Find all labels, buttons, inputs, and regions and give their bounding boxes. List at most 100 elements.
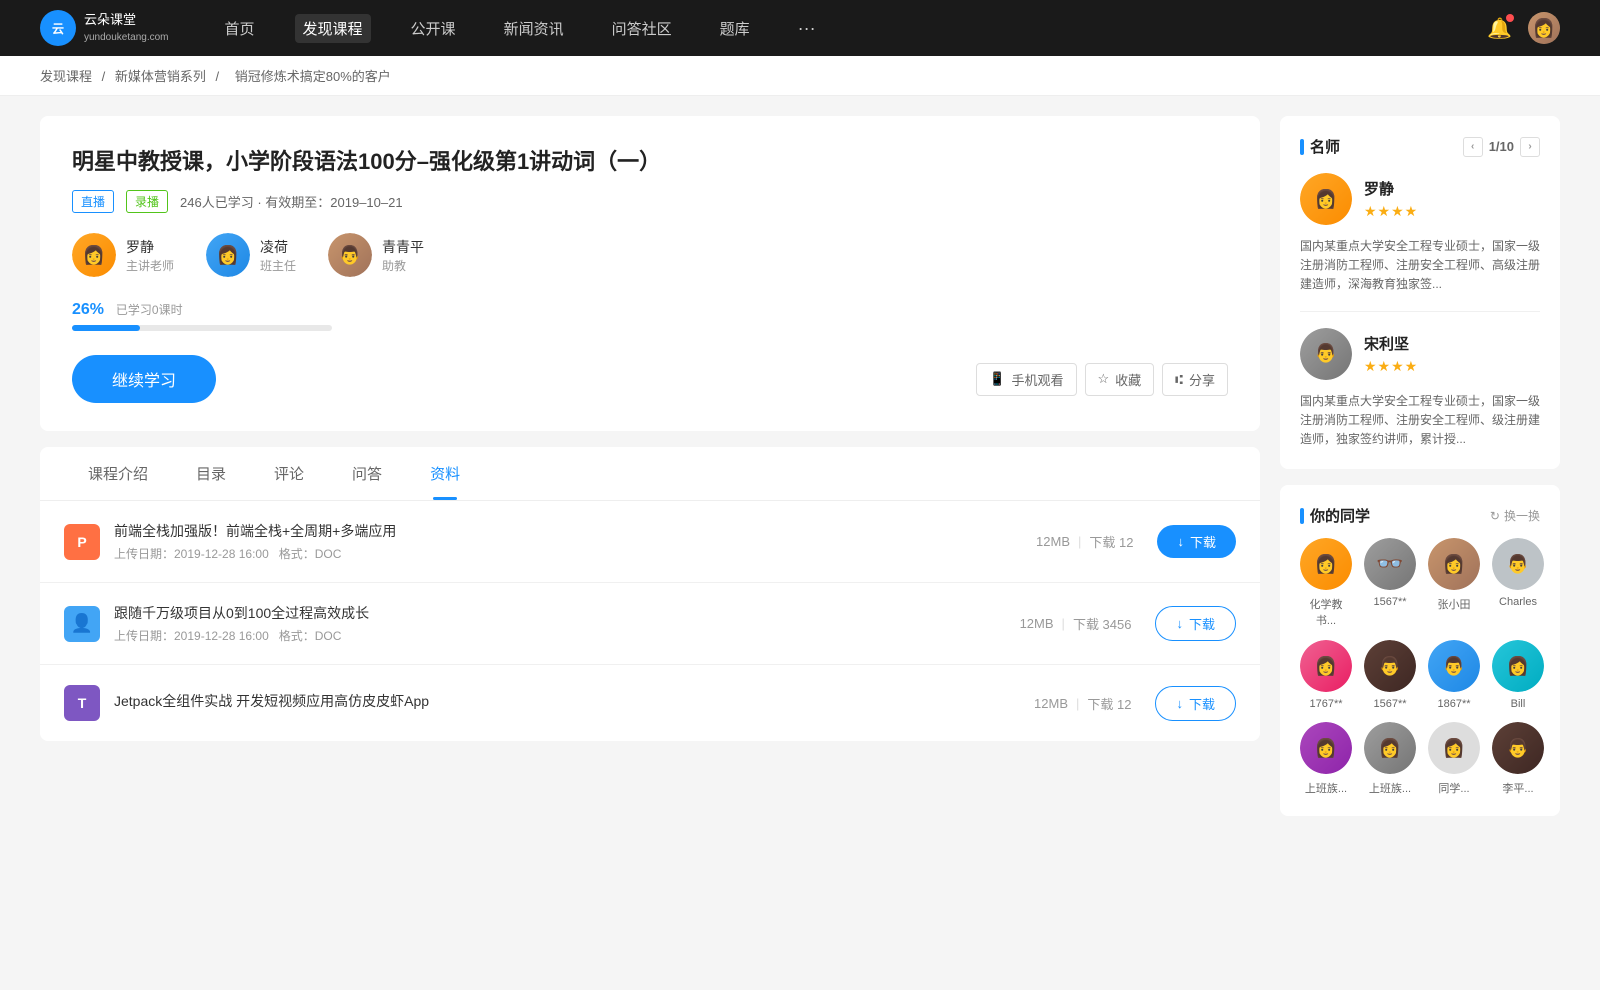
file-item-1: 👤 跟随千万级项目从0到100全过程高效成长 上传日期：2019-12-28 1… (40, 583, 1260, 665)
file-item-2: T Jetpack全组件实战 开发短视频应用高仿皮皮虾App 12MB | 下载… (40, 665, 1260, 741)
file-item-0: P 前端全栈加强版！前端全栈+全周期+多端应用 上传日期：2019-12-28 … (40, 501, 1260, 583)
breadcrumb: 发现课程 / 新媒体营销系列 / 销冠修炼术搞定80%的客户 (0, 56, 1600, 96)
actions-right: 📱 手机观看 ☆ 收藏 ⑆ 分享 (976, 363, 1228, 396)
collect-label: 收藏 (1115, 370, 1141, 389)
teacher-role-1: 班主任 (260, 257, 296, 274)
logo-icon: 云 (40, 10, 76, 46)
tab-catalog[interactable]: 目录 (172, 447, 250, 500)
file-meta-1: 上传日期：2019-12-28 16:00 格式：DOC (114, 627, 1020, 644)
pag-next[interactable]: › (1520, 137, 1540, 157)
file-name-2: Jetpack全组件实战 开发短视频应用高仿皮皮虾App (114, 691, 1034, 711)
classmate-1[interactable]: 👓 1567** (1364, 538, 1416, 628)
classmate-name-4: 1767** (1309, 698, 1342, 710)
nav-discover[interactable]: 发现课程 (295, 14, 371, 43)
classmate-2[interactable]: 👩 张小田 (1428, 538, 1480, 628)
classmate-8[interactable]: 👩 上班族... (1300, 722, 1352, 796)
classmate-6[interactable]: 👨 1867** (1428, 640, 1480, 710)
nav-home[interactable]: 首页 (217, 14, 263, 43)
download-icon-2: ↓ (1176, 696, 1183, 711)
content-area: 明星中教授课，小学阶段语法100分–强化级第1讲动词（一） 直播 录播 246人… (40, 116, 1260, 832)
main-layout: 明星中教授课，小学阶段语法100分–强化级第1讲动词（一） 直播 录播 246人… (0, 96, 1600, 852)
user-avatar[interactable]: 👩 (1528, 12, 1560, 44)
breadcrumb-discover[interactable]: 发现课程 (40, 69, 92, 84)
classmate-name-5: 1567** (1373, 698, 1406, 710)
refresh-btn[interactable]: ↻ 换一换 (1490, 507, 1540, 524)
teacher-card-name-1: 宋利坚 (1364, 333, 1418, 354)
share-label: 分享 (1189, 370, 1215, 389)
download-icon-0: ↓ (1177, 534, 1184, 549)
classmate-avatar-1: 👓 (1364, 538, 1416, 590)
teachers-pagination: ‹ 1/10 › (1463, 137, 1540, 157)
classmate-10[interactable]: 👩 同学... (1428, 722, 1480, 796)
classmate-7[interactable]: 👩 Bill (1492, 640, 1544, 710)
classmate-avatar-0: 👩 (1300, 538, 1352, 590)
course-actions: 继续学习 📱 手机观看 ☆ 收藏 ⑆ 分享 (72, 355, 1228, 403)
download-btn-1[interactable]: ↓ 下载 (1155, 606, 1236, 641)
breadcrumb-series[interactable]: 新媒体营销系列 (115, 69, 206, 84)
classmate-avatar-11: 👨 (1492, 722, 1544, 774)
nav-more[interactable]: ··· (790, 14, 824, 43)
download-btn-2[interactable]: ↓ 下载 (1155, 686, 1236, 721)
nav-news[interactable]: 新闻资讯 (496, 14, 572, 43)
tabs-card: 课程介绍 目录 评论 问答 资料 P 前端全栈加强版！前端全栈+全周期+多端应用… (40, 447, 1260, 741)
nav-qa[interactable]: 问答社区 (604, 14, 680, 43)
classmate-name-7: Bill (1511, 698, 1526, 710)
mobile-watch-btn[interactable]: 📱 手机观看 (976, 363, 1076, 396)
notification-bell[interactable]: 🔔 (1487, 16, 1512, 41)
classmate-4[interactable]: 👩 1767** (1300, 640, 1352, 710)
classmate-0[interactable]: 👩 化学教书... (1300, 538, 1352, 628)
file-info-0: 前端全栈加强版！前端全栈+全周期+多端应用 上传日期：2019-12-28 16… (114, 521, 1036, 562)
teacher-card-desc-0: 国内某重点大学安全工程专业硕士，国家一级注册消防工程师、注册安全工程师、高级注册… (1300, 237, 1540, 295)
file-meta-0: 上传日期：2019-12-28 16:00 格式：DOC (114, 545, 1036, 562)
breadcrumb-current: 销冠修炼术搞定80%的客户 (235, 69, 391, 84)
nav-exam[interactable]: 题库 (712, 14, 758, 43)
course-card: 明星中教授课，小学阶段语法100分–强化级第1讲动词（一） 直播 录播 246人… (40, 116, 1260, 431)
classmate-11[interactable]: 👨 李平... (1492, 722, 1544, 796)
classmate-avatar-6: 👨 (1428, 640, 1480, 692)
classmate-name-2: 张小田 (1438, 596, 1471, 612)
tab-qa[interactable]: 问答 (328, 447, 406, 500)
classmate-name-8: 上班族... (1305, 780, 1347, 796)
classmate-avatar-10: 👩 (1428, 722, 1480, 774)
teacher-avatar-1: 👩 (206, 233, 250, 277)
tab-materials[interactable]: 资料 (406, 447, 484, 500)
collect-icon: ☆ (1098, 371, 1110, 387)
share-icon: ⑆ (1175, 372, 1183, 387)
classmate-name-1: 1567** (1373, 596, 1406, 608)
collect-btn[interactable]: ☆ 收藏 (1085, 363, 1155, 396)
classmate-name-6: 1867** (1437, 698, 1470, 710)
nav-open[interactable]: 公开课 (403, 14, 464, 43)
mobile-label: 手机观看 (1011, 370, 1063, 389)
progress-bar-fill (72, 325, 140, 331)
tab-review[interactable]: 评论 (250, 447, 328, 500)
classmate-3[interactable]: 👨 Charles (1492, 538, 1544, 628)
continue-btn[interactable]: 继续学习 (72, 355, 216, 403)
classmate-5[interactable]: 👨 1567** (1364, 640, 1416, 710)
classmate-avatar-7: 👩 (1492, 640, 1544, 692)
file-icon-0: P (64, 524, 100, 560)
teacher-1: 👩 凌荷 班主任 (206, 233, 296, 277)
classmates-title: 你的同学 (1300, 505, 1370, 526)
teacher-stars-0: ★★★★ (1364, 203, 1418, 220)
logo[interactable]: 云 云朵课堂yundouketang.com (40, 10, 169, 46)
file-stats-1: 12MB | 下载 3456 (1020, 614, 1132, 633)
classmate-name-11: 李平... (1502, 780, 1533, 796)
teacher-card-desc-1: 国内某重点大学安全工程专业硕士，国家一级注册消防工程师、注册安全工程师、级注册建… (1300, 392, 1540, 450)
teacher-name-1: 凌荷 (260, 237, 296, 257)
share-btn[interactable]: ⑆ 分享 (1162, 363, 1228, 396)
course-stats: 246人已学习 · 有效期至：2019–10–21 (180, 192, 403, 211)
mobile-icon: 📱 (989, 371, 1005, 387)
avatar-image: 👩 (1528, 12, 1560, 44)
tabs-header: 课程介绍 目录 评论 问答 资料 (40, 447, 1260, 501)
classmate-avatar-2: 👩 (1428, 538, 1480, 590)
classmate-avatar-3: 👨 (1492, 538, 1544, 590)
download-btn-0[interactable]: ↓ 下载 (1157, 525, 1236, 558)
teacher-card-avatar-1: 👨 (1300, 328, 1352, 380)
classmate-9[interactable]: 👩 上班族... (1364, 722, 1416, 796)
tab-intro[interactable]: 课程介绍 (64, 447, 172, 500)
download-icon-1: ↓ (1176, 616, 1183, 631)
pag-prev[interactable]: ‹ (1463, 137, 1483, 157)
teacher-name-2: 青青平 (382, 237, 424, 257)
pag-current: 1/10 (1489, 139, 1514, 154)
file-info-1: 跟随千万级项目从0到100全过程高效成长 上传日期：2019-12-28 16:… (114, 603, 1020, 644)
